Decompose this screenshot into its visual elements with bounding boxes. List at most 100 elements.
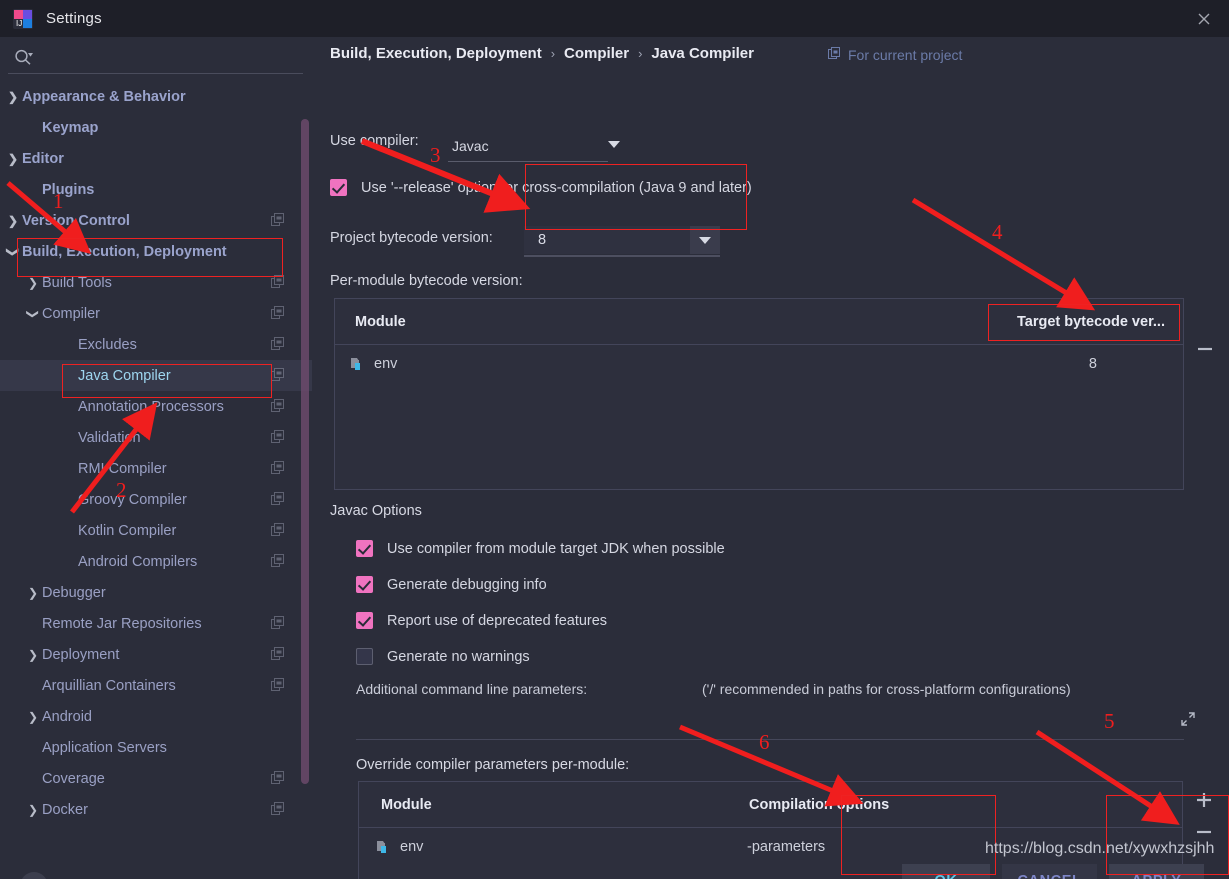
additional-params-hint: ('/' recommended in paths for cross-plat… (702, 681, 1071, 697)
sidebar-item-appearance-behavior[interactable]: ❯ Appearance & Behavior (0, 81, 312, 112)
annotation-number-3: 3 (430, 143, 441, 167)
copy-settings-icon[interactable] (271, 802, 285, 820)
sidebar-item-docker[interactable]: ❯ Docker (0, 794, 312, 825)
copy-settings-icon[interactable] (271, 678, 285, 696)
copy-settings-icon[interactable] (271, 275, 285, 293)
copy-settings-icon[interactable] (271, 492, 285, 510)
chevron-right-icon[interactable]: ❯ (26, 587, 40, 599)
sidebar-item-application-servers[interactable]: Application Servers (0, 732, 312, 763)
project-bytecode-select[interactable]: 8 (524, 226, 720, 257)
module-cell[interactable]: env (377, 839, 423, 855)
chevron-right-icon[interactable]: ❯ (26, 804, 40, 816)
watermark: https://blog.csdn.net/xywxhzsjhh (985, 840, 1215, 857)
apply-button[interactable]: APPLY (1109, 864, 1204, 879)
sidebar-item-debugger[interactable]: ❯ Debugger (0, 577, 312, 608)
copy-settings-icon[interactable] (271, 616, 285, 634)
sidebar-item-deployment[interactable]: ❯ Deployment (0, 639, 312, 670)
remove-override-row-button[interactable] (1194, 822, 1214, 842)
javac-option-row[interactable]: Use compiler from module target JDK when… (356, 540, 725, 557)
chevron-right-icon[interactable]: ❯ (26, 711, 40, 723)
sidebar-item-arquillian-containers[interactable]: Arquillian Containers (0, 670, 312, 701)
copy-settings-icon[interactable] (271, 554, 285, 572)
column-header-module[interactable]: Module (381, 797, 432, 813)
chevron-right-icon[interactable]: ❯ (26, 649, 40, 661)
copy-settings-icon[interactable] (271, 647, 285, 665)
sidebar-item-java-compiler[interactable]: Java Compiler (0, 360, 312, 391)
sidebar-item-remote-jar-repositories[interactable]: Remote Jar Repositories (0, 608, 312, 639)
copy-settings-icon[interactable] (271, 771, 285, 789)
expand-diagonal-icon[interactable] (1180, 711, 1196, 732)
breadcrumb-item-1[interactable]: Build, Execution, Deployment (330, 45, 542, 62)
javac-option-row[interactable]: Generate debugging info (356, 576, 547, 593)
sidebar-item-validation[interactable]: Validation (0, 422, 312, 453)
sidebar-item-kotlin-compiler[interactable]: Kotlin Compiler (0, 515, 312, 546)
table-row[interactable]: env 8 (335, 345, 1183, 383)
sidebar-item-build-tools[interactable]: ❯ Build Tools (0, 267, 312, 298)
breadcrumb-item-3[interactable]: Java Compiler (651, 45, 754, 62)
sidebar-item-rmi-compiler[interactable]: RMI Compiler (0, 453, 312, 484)
javac-option-checkbox[interactable] (356, 540, 373, 557)
sidebar-item-coverage[interactable]: Coverage (0, 763, 312, 794)
sidebar-item-keymap[interactable]: Keymap (0, 112, 312, 143)
module-name: env (400, 839, 424, 855)
javac-option-checkbox[interactable] (356, 576, 373, 593)
use-compiler-select[interactable]: Javac (448, 132, 620, 162)
intellij-idea-logo-icon: IJ (12, 8, 34, 30)
sidebar-item-plugins[interactable]: Plugins (0, 174, 312, 205)
copy-settings-icon[interactable] (271, 430, 285, 448)
sidebar-item-version-control[interactable]: ❯ Version Control (0, 205, 312, 236)
chevron-right-icon[interactable]: ❯ (6, 215, 20, 227)
sidebar-scrollbar[interactable] (301, 119, 309, 784)
javac-option-checkbox[interactable] (356, 612, 373, 629)
column-header-compilation-options[interactable]: Compilation options (749, 797, 889, 813)
column-header-module[interactable]: Module (355, 314, 406, 330)
chevron-right-icon[interactable]: ❯ (6, 153, 20, 165)
sidebar-item-annotation-processors[interactable]: Annotation Processors (0, 391, 312, 422)
chevron-down-icon[interactable]: ❯ (26, 307, 40, 321)
close-icon[interactable] (1179, 0, 1229, 37)
search-row (0, 37, 312, 79)
module-cell[interactable]: env (351, 356, 397, 372)
title-bar: IJ Settings (0, 0, 1229, 37)
javac-option-row[interactable]: Generate no warnings (356, 648, 530, 665)
chevron-right-icon[interactable]: ❯ (26, 277, 40, 289)
sidebar-item-android-compilers[interactable]: Android Compilers (0, 546, 312, 577)
search-input[interactable] (42, 45, 300, 71)
javac-option-row[interactable]: Report use of deprecated features (356, 612, 607, 629)
javac-option-checkbox[interactable] (356, 648, 373, 665)
sidebar-item-build-execution-deployment[interactable]: ❯ Build, Execution, Deployment (0, 236, 312, 267)
copy-settings-icon[interactable] (271, 461, 285, 479)
remove-bytecode-row-button[interactable] (1195, 339, 1215, 359)
help-button[interactable]: ? (20, 872, 48, 879)
for-current-project-label: For current project (848, 47, 963, 63)
sidebar-item-excludes[interactable]: Excludes (0, 329, 312, 360)
sidebar-item-label: Debugger (42, 584, 106, 601)
chevron-down-icon[interactable] (690, 226, 720, 254)
copy-settings-icon[interactable] (271, 306, 285, 324)
copy-settings-icon[interactable] (271, 399, 285, 417)
use-release-checkbox[interactable] (330, 179, 347, 196)
target-bytecode-cell[interactable]: 8 (1089, 356, 1097, 372)
javac-option-label: Use compiler from module target JDK when… (387, 540, 725, 557)
copy-project-icon (828, 47, 841, 63)
sidebar-item-android[interactable]: ❯ Android (0, 701, 312, 732)
breadcrumb-item-2[interactable]: Compiler (564, 45, 629, 62)
cancel-button[interactable]: CANCEL (1002, 864, 1097, 879)
for-current-project[interactable]: For current project (828, 47, 962, 63)
sidebar-item-editor[interactable]: ❯ Editor (0, 143, 312, 174)
window-title: Settings (46, 10, 102, 27)
compilation-options-cell[interactable]: -parameters (747, 839, 825, 855)
copy-settings-icon[interactable] (271, 337, 285, 355)
sidebar-item-compiler[interactable]: ❯ Compiler (0, 298, 312, 329)
add-override-row-button[interactable] (1194, 790, 1214, 810)
column-header-target[interactable]: Target bytecode ver... (1017, 314, 1165, 330)
chevron-down-icon[interactable]: ❯ (6, 245, 20, 259)
copy-settings-icon[interactable] (271, 523, 285, 541)
sidebar-item-groovy-compiler[interactable]: Groovy Compiler (0, 484, 312, 515)
copy-settings-icon[interactable] (271, 368, 285, 386)
copy-settings-icon[interactable] (271, 213, 285, 231)
chevron-right-icon[interactable]: ❯ (6, 91, 20, 103)
use-release-option-row[interactable]: Use '--release' option for cross-compila… (330, 179, 752, 196)
ok-button[interactable]: OK (902, 864, 990, 879)
breadcrumb: Build, Execution, Deployment › Compiler … (330, 45, 754, 62)
